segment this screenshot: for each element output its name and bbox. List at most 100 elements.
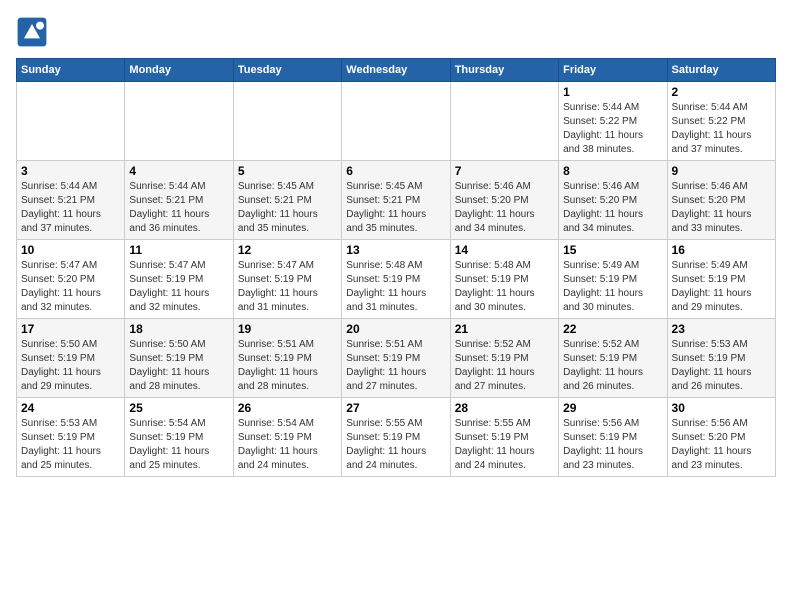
calendar-cell: 25 Sunrise: 5:54 AM Sunset: 5:19 PM Dayli… [125,398,233,477]
day-number: 28 [455,401,554,415]
day-number: 17 [21,322,120,336]
day-info: Sunrise: 5:53 AM Sunset: 5:19 PM Dayligh… [21,417,120,473]
calendar-cell: 4 Sunrise: 5:44 AM Sunset: 5:21 PM Daylig… [125,161,233,240]
weekday-header-sunday: Sunday [17,59,125,82]
calendar-cell: 3 Sunrise: 5:44 AM Sunset: 5:21 PM Daylig… [17,161,125,240]
weekday-header-wednesday: Wednesday [342,59,450,82]
day-info: Sunrise: 5:50 AM Sunset: 5:19 PM Dayligh… [21,338,120,394]
weekday-header-friday: Friday [559,59,667,82]
day-info: Sunrise: 5:51 AM Sunset: 5:19 PM Dayligh… [346,338,445,394]
calendar-cell: 11 Sunrise: 5:47 AM Sunset: 5:19 PM Dayli… [125,240,233,319]
calendar-cell [342,82,450,161]
logo-icon [16,16,48,48]
calendar-cell: 7Sunrise: 5:46 AM Sunset: 5:20 PM Daylig… [450,161,558,240]
day-number: 9 [672,164,771,178]
day-info: Sunrise: 5:49 AM Sunset: 5:19 PM Dayligh… [672,259,771,315]
day-number: 10 [21,243,120,257]
calendar-cell: 5 Sunrise: 5:45 AM Sunset: 5:21 PM Daylig… [233,161,341,240]
day-number: 19 [238,322,337,336]
day-number: 18 [129,322,228,336]
day-number: 24 [21,401,120,415]
calendar-cell: 19Sunrise: 5:51 AM Sunset: 5:19 PM Dayli… [233,319,341,398]
weekday-header-tuesday: Tuesday [233,59,341,82]
day-number: 25 [129,401,228,415]
day-number: 8 [563,164,662,178]
calendar-cell: 21 Sunrise: 5:52 AM Sunset: 5:19 PM Dayli… [450,319,558,398]
day-info: Sunrise: 5:52 AM Sunset: 5:19 PM Dayligh… [563,338,662,394]
calendar-cell [17,82,125,161]
calendar-week-row: 3 Sunrise: 5:44 AM Sunset: 5:21 PM Daylig… [17,161,776,240]
day-info: Sunrise: 5:48 AM Sunset: 5:19 PM Dayligh… [346,259,445,315]
day-info: Sunrise: 5:55 AM Sunset: 5:19 PM Dayligh… [455,417,554,473]
calendar-cell: 20 Sunrise: 5:51 AM Sunset: 5:19 PM Dayli… [342,319,450,398]
day-number: 16 [672,243,771,257]
day-info: Sunrise: 5:49 AM Sunset: 5:19 PM Dayligh… [563,259,662,315]
day-number: 3 [21,164,120,178]
calendar-cell: 30 Sunrise: 5:56 AM Sunset: 5:20 PM Dayli… [667,398,775,477]
day-info: Sunrise: 5:50 AM Sunset: 5:19 PM Dayligh… [129,338,228,394]
day-info: Sunrise: 5:55 AM Sunset: 5:19 PM Dayligh… [346,417,445,473]
day-number: 23 [672,322,771,336]
calendar-cell: 13Sunrise: 5:48 AM Sunset: 5:19 PM Dayli… [342,240,450,319]
day-number: 20 [346,322,445,336]
day-number: 5 [238,164,337,178]
day-info: Sunrise: 5:54 AM Sunset: 5:19 PM Dayligh… [129,417,228,473]
day-info: Sunrise: 5:46 AM Sunset: 5:20 PM Dayligh… [563,180,662,236]
calendar-cell: 15 Sunrise: 5:49 AM Sunset: 5:19 PM Dayli… [559,240,667,319]
calendar-cell: 6 Sunrise: 5:45 AM Sunset: 5:21 PM Daylig… [342,161,450,240]
day-number: 12 [238,243,337,257]
calendar-cell: 16 Sunrise: 5:49 AM Sunset: 5:19 PM Dayli… [667,240,775,319]
day-number: 1 [563,85,662,99]
calendar-cell: 24 Sunrise: 5:53 AM Sunset: 5:19 PM Dayli… [17,398,125,477]
calendar-cell: 14Sunrise: 5:48 AM Sunset: 5:19 PM Dayli… [450,240,558,319]
calendar-week-row: 17 Sunrise: 5:50 AM Sunset: 5:19 PM Dayli… [17,319,776,398]
calendar-table: SundayMondayTuesdayWednesdayThursdayFrid… [16,58,776,477]
day-info: Sunrise: 5:44 AM Sunset: 5:21 PM Dayligh… [21,180,120,236]
calendar-cell: 23 Sunrise: 5:53 AM Sunset: 5:19 PM Dayli… [667,319,775,398]
weekday-header-thursday: Thursday [450,59,558,82]
weekday-header-monday: Monday [125,59,233,82]
day-info: Sunrise: 5:53 AM Sunset: 5:19 PM Dayligh… [672,338,771,394]
calendar-cell: 18 Sunrise: 5:50 AM Sunset: 5:19 PM Dayli… [125,319,233,398]
day-number: 27 [346,401,445,415]
day-number: 26 [238,401,337,415]
day-info: Sunrise: 5:45 AM Sunset: 5:21 PM Dayligh… [346,180,445,236]
day-number: 7 [455,164,554,178]
logo [16,16,52,48]
day-info: Sunrise: 5:48 AM Sunset: 5:19 PM Dayligh… [455,259,554,315]
calendar-week-row: 10 Sunrise: 5:47 AM Sunset: 5:20 PM Dayli… [17,240,776,319]
day-number: 21 [455,322,554,336]
calendar-cell: 2 Sunrise: 5:44 AM Sunset: 5:22 PM Daylig… [667,82,775,161]
calendar-cell [125,82,233,161]
day-info: Sunrise: 5:56 AM Sunset: 5:19 PM Dayligh… [563,417,662,473]
calendar-cell: 8 Sunrise: 5:46 AM Sunset: 5:20 PM Daylig… [559,161,667,240]
day-number: 15 [563,243,662,257]
day-info: Sunrise: 5:54 AM Sunset: 5:19 PM Dayligh… [238,417,337,473]
calendar-cell: 10 Sunrise: 5:47 AM Sunset: 5:20 PM Dayli… [17,240,125,319]
day-info: Sunrise: 5:47 AM Sunset: 5:19 PM Dayligh… [129,259,228,315]
calendar-cell: 1Sunrise: 5:44 AM Sunset: 5:22 PM Daylig… [559,82,667,161]
calendar-cell: 17 Sunrise: 5:50 AM Sunset: 5:19 PM Dayli… [17,319,125,398]
day-number: 6 [346,164,445,178]
day-info: Sunrise: 5:44 AM Sunset: 5:21 PM Dayligh… [129,180,228,236]
calendar-week-row: 1 Sunrise: 5:44 AM Sunset: 5:22 PM Daylig… [17,82,776,161]
day-info: Sunrise: 5:45 AM Sunset: 5:21 PM Dayligh… [238,180,337,236]
calendar-cell [450,82,558,161]
day-info: Sunrise: 5:47 AM Sunset: 5:19 PM Dayligh… [238,259,337,315]
day-info: Sunrise: 5:44 AM Sunset: 5:22 PM Dayligh… [672,101,771,157]
day-info: Sunrise: 5:56 AM Sunset: 5:20 PM Dayligh… [672,417,771,473]
calendar-cell: 26 Sunrise: 5:54 AM Sunset: 5:19 PM Dayli… [233,398,341,477]
calendar-cell [233,82,341,161]
calendar-week-row: 24 Sunrise: 5:53 AM Sunset: 5:19 PM Dayli… [17,398,776,477]
day-number: 29 [563,401,662,415]
day-number: 2 [672,85,771,99]
weekday-header-saturday: Saturday [667,59,775,82]
day-info: Sunrise: 5:52 AM Sunset: 5:19 PM Dayligh… [455,338,554,394]
day-info: Sunrise: 5:46 AM Sunset: 5:20 PM Dayligh… [672,180,771,236]
day-number: 22 [563,322,662,336]
day-number: 11 [129,243,228,257]
day-info: Sunrise: 5:47 AM Sunset: 5:20 PM Dayligh… [21,259,120,315]
day-number: 4 [129,164,228,178]
day-number: 30 [672,401,771,415]
calendar-cell: 27 Sunrise: 5:55 AM Sunset: 5:19 PM Dayli… [342,398,450,477]
